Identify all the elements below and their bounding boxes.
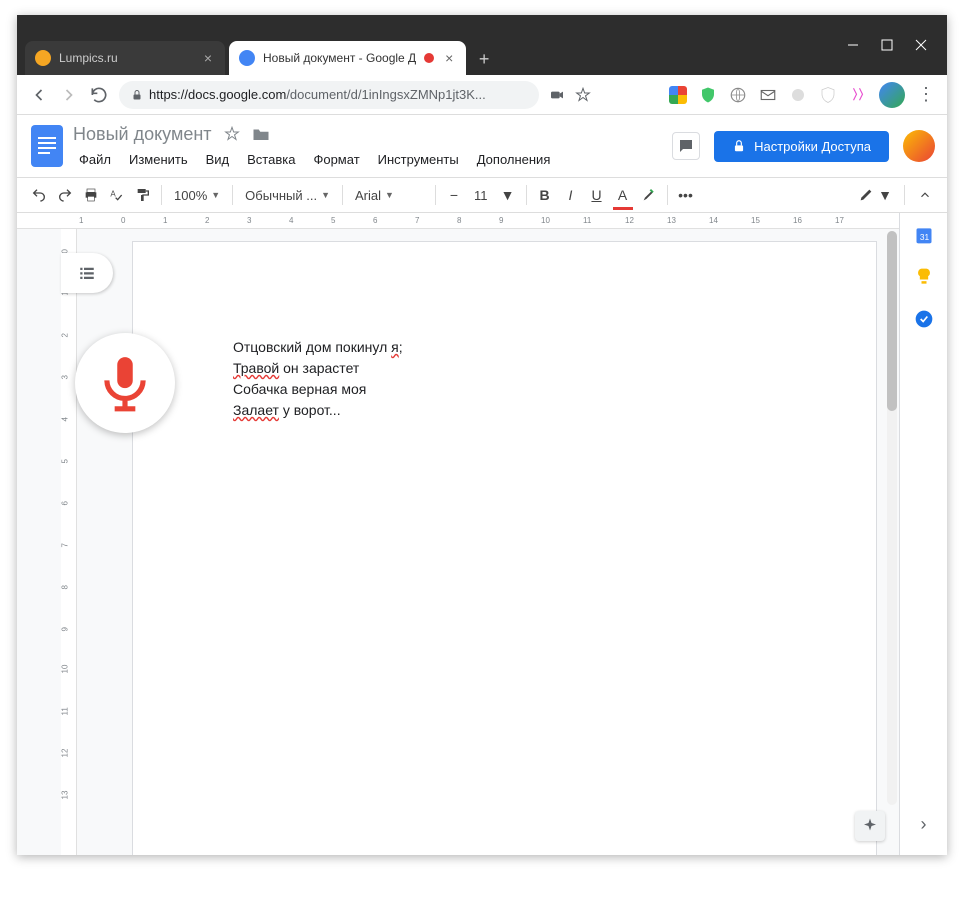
zoom-select[interactable]: 100%▼ xyxy=(168,188,226,203)
star-icon[interactable] xyxy=(224,126,240,142)
address-bar: https://docs.google.com/document/d/1inIn… xyxy=(17,75,947,115)
browser-tab-lumpics[interactable]: Lumpics.ru × xyxy=(25,41,225,75)
forward-icon[interactable] xyxy=(59,85,79,105)
close-window-icon[interactable] xyxy=(915,39,927,51)
ext-icon-5[interactable] xyxy=(789,86,807,104)
favicon-lumpics xyxy=(35,50,51,66)
star-icon[interactable] xyxy=(575,87,591,103)
text-color-button[interactable]: A xyxy=(611,183,635,207)
url-box[interactable]: https://docs.google.com/document/d/1inIn… xyxy=(119,81,539,109)
titlebar: Lumpics.ru × Новый документ - Google Д ×… xyxy=(17,15,947,75)
menu-edit[interactable]: Изменить xyxy=(123,150,194,169)
menu-file[interactable]: Файл xyxy=(73,150,117,169)
mail-icon[interactable] xyxy=(759,86,777,104)
vertical-ruler[interactable]: 012345678910111213 xyxy=(61,229,77,855)
side-panel-collapse[interactable]: › xyxy=(921,814,927,835)
lock-icon xyxy=(732,139,746,153)
window-controls xyxy=(827,15,947,75)
paint-format-button[interactable] xyxy=(131,183,155,207)
back-icon[interactable] xyxy=(29,85,49,105)
menu-bar: Файл Изменить Вид Вставка Формат Инструм… xyxy=(73,150,664,169)
user-avatar[interactable] xyxy=(903,130,935,162)
globe-icon[interactable] xyxy=(729,86,747,104)
font-size-increase[interactable]: ▼ xyxy=(496,183,520,207)
outline-toggle[interactable] xyxy=(61,253,113,293)
keep-icon[interactable] xyxy=(914,267,934,287)
voice-typing-widget[interactable] xyxy=(75,333,175,433)
svg-text:31: 31 xyxy=(919,232,929,242)
camera-icon[interactable] xyxy=(549,87,565,103)
ext-icon-7[interactable] xyxy=(849,86,867,104)
profile-avatar[interactable] xyxy=(879,82,905,108)
collapse-toolbar-button[interactable] xyxy=(913,183,937,207)
close-icon[interactable]: × xyxy=(201,51,215,65)
menu-format[interactable]: Формат xyxy=(307,150,365,169)
tab-title: Lumpics.ru xyxy=(59,51,118,65)
tasks-icon[interactable] xyxy=(914,309,934,329)
editing-mode-button[interactable]: ▼ xyxy=(854,183,896,207)
calendar-icon[interactable]: 31 xyxy=(914,225,934,245)
tab-strip: Lumpics.ru × Новый документ - Google Д ×… xyxy=(17,15,827,75)
lock-icon xyxy=(131,89,143,101)
underline-button[interactable]: U xyxy=(585,183,609,207)
menu-addons[interactable]: Дополнения xyxy=(471,150,557,169)
italic-button[interactable]: I xyxy=(559,183,583,207)
side-panel: 31 › xyxy=(899,213,947,855)
horizontal-ruler[interactable]: 101234567891011121314151617 xyxy=(17,213,899,229)
browser-window: Lumpics.ru × Новый документ - Google Д ×… xyxy=(17,15,947,855)
menu-view[interactable]: Вид xyxy=(200,150,236,169)
ext-icon-6[interactable] xyxy=(819,86,837,104)
favicon-docs xyxy=(239,50,255,66)
close-icon[interactable]: × xyxy=(442,51,456,65)
browser-tab-docs[interactable]: Новый документ - Google Д × xyxy=(229,41,466,75)
recording-indicator xyxy=(424,53,434,63)
highlight-button[interactable] xyxy=(637,183,661,207)
more-button[interactable]: ••• xyxy=(674,183,698,207)
undo-button[interactable] xyxy=(27,183,51,207)
scroll-thumb[interactable] xyxy=(887,231,897,411)
editor-area: 101234567891011121314151617 012345678910… xyxy=(17,213,899,855)
menu-tools[interactable]: Инструменты xyxy=(372,150,465,169)
font-size-select[interactable]: 11 xyxy=(468,188,494,203)
new-tab-button[interactable]: + xyxy=(470,45,498,73)
style-select[interactable]: Обычный ...▼ xyxy=(239,188,336,203)
minimize-icon[interactable] xyxy=(847,39,859,51)
browser-menu-icon[interactable]: ⋮ xyxy=(917,84,935,105)
toolbar: A 100%▼ Обычный ...▼ Arial▼ − 11 ▼ B I U… xyxy=(17,177,947,213)
print-button[interactable] xyxy=(79,183,103,207)
document-page[interactable]: Отцовский дом покинул я;Травой он зараст… xyxy=(132,241,877,855)
share-label: Настройки Доступа xyxy=(754,139,871,154)
docs-header: Новый документ Файл Изменить Вид Вставка… xyxy=(17,115,947,177)
explore-button[interactable] xyxy=(855,811,885,841)
folder-icon[interactable] xyxy=(252,126,270,142)
spellcheck-button[interactable]: A xyxy=(105,183,129,207)
ext-icon-1[interactable] xyxy=(669,86,687,104)
reload-icon[interactable] xyxy=(89,85,109,105)
vertical-scrollbar[interactable] xyxy=(887,231,897,805)
doc-title-area: Новый документ Файл Изменить Вид Вставка… xyxy=(73,124,664,169)
menu-insert[interactable]: Вставка xyxy=(241,150,301,169)
header-right: Настройки Доступа xyxy=(672,130,935,162)
extensions: ⋮ xyxy=(669,82,935,108)
docs-logo[interactable] xyxy=(29,122,65,170)
tab-title: Новый документ - Google Д xyxy=(263,51,416,65)
redo-button[interactable] xyxy=(53,183,77,207)
comments-button[interactable] xyxy=(672,132,700,160)
maximize-icon[interactable] xyxy=(881,39,893,51)
shield-icon[interactable] xyxy=(699,86,717,104)
document-content[interactable]: Отцовский дом покинул я;Травой он зараст… xyxy=(133,242,876,516)
url-text: https://docs.google.com/document/d/1inIn… xyxy=(149,87,486,102)
doc-title[interactable]: Новый документ xyxy=(73,124,212,145)
share-button[interactable]: Настройки Доступа xyxy=(714,131,889,162)
font-size-decrease[interactable]: − xyxy=(442,183,466,207)
svg-text:A: A xyxy=(110,189,116,198)
font-select[interactable]: Arial▼ xyxy=(349,188,429,203)
workspace: 101234567891011121314151617 012345678910… xyxy=(17,213,947,855)
microphone-icon xyxy=(94,352,156,414)
bold-button[interactable]: B xyxy=(533,183,557,207)
